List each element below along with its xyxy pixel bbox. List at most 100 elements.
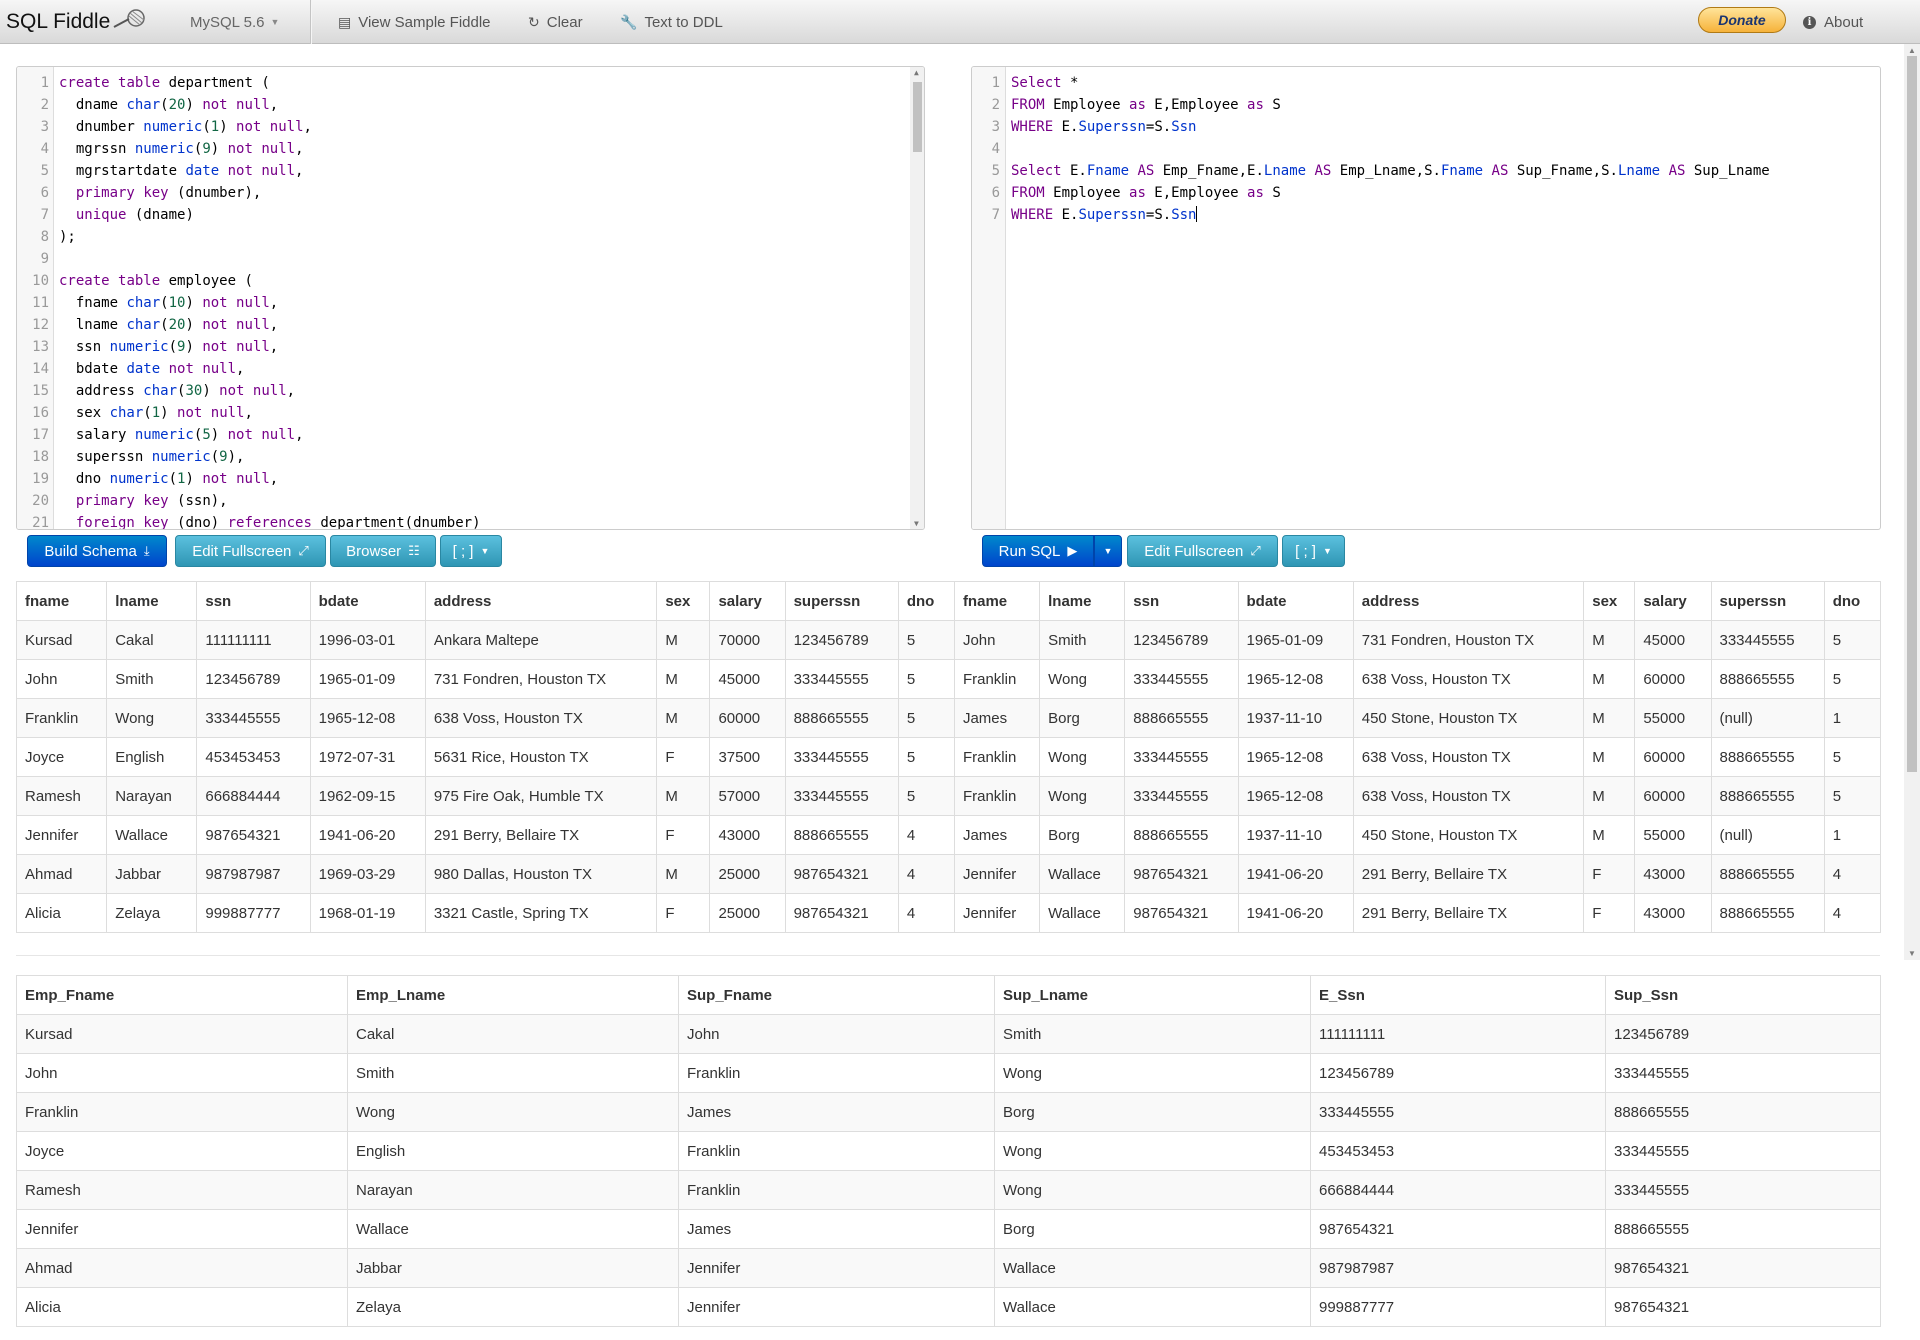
- donate-button[interactable]: Donate: [1698, 7, 1786, 33]
- query-code-line[interactable]: 1 Select *: [972, 72, 1880, 94]
- result1-cell: 450 Stone, Houston TX: [1352, 698, 1585, 738]
- result1-cell: 55000: [1634, 815, 1712, 855]
- result1-cell: Franklin: [953, 659, 1041, 699]
- clear-link[interactable]: ↻ Clear: [528, 0, 583, 44]
- result1-cell: 731 Fondren, Houston TX: [424, 659, 658, 699]
- schema-editor[interactable]: 1 create table department (2 dname char(2…: [16, 66, 925, 530]
- schema-code-line[interactable]: 13 ssn numeric(9) not null,: [17, 336, 924, 358]
- schema-code-line[interactable]: 3 dnumber numeric(1) not null,: [17, 116, 924, 138]
- schema-editor-scrollbar[interactable]: ▲ ▼: [910, 67, 924, 529]
- query-editor[interactable]: 1 Select * 2 FROM Employee as E,Employee as…: [971, 66, 1881, 530]
- schema-code-line[interactable]: 2 dname char(20) not null,: [17, 94, 924, 116]
- query-code-line[interactable]: 3 WHERE E.Superssn=S.Ssn: [972, 116, 1880, 138]
- result2-cell: 111111111: [1310, 1014, 1606, 1054]
- result2-column-header: Sup_Ssn: [1605, 975, 1881, 1015]
- result2-cell: John: [16, 1053, 348, 1093]
- result2-cell: Wong: [994, 1053, 1311, 1093]
- schema-code-line[interactable]: 1 create table department (: [17, 72, 924, 94]
- schema-code[interactable]: 1 create table department (2 dname char(2…: [17, 72, 924, 529]
- result1-cell: 5: [897, 698, 955, 738]
- query-code[interactable]: 1 Select * 2 FROM Employee as E,Employee as…: [972, 72, 1880, 226]
- result1-row: John Smith 123456789 1965-01-09 731 Fondren,…: [15, 659, 1882, 699]
- schema-code-line[interactable]: 20 primary key (ssn),: [17, 490, 924, 512]
- result1-cell: 45000: [1634, 620, 1712, 660]
- schema-edit-fullscreen-label: Edit Fullscreen: [192, 542, 292, 560]
- result2-cell: 987987987: [1310, 1248, 1606, 1288]
- scroll-down-arrow-icon[interactable]: ▼: [1908, 949, 1916, 958]
- schema-code-line[interactable]: 10 create table employee (: [17, 270, 924, 292]
- schema-line-number: 10: [32, 273, 49, 289]
- query-line-number: 6: [991, 185, 1000, 201]
- schema-line-number: 18: [32, 449, 49, 465]
- query-code-line[interactable]: 5 Select E.Fname AS Emp_Fname,E.Lname AS …: [972, 160, 1880, 182]
- text-to-ddl-link[interactable]: 🔧 Text to DDL: [620, 0, 723, 44]
- results-divider: [16, 955, 1880, 956]
- database-version-select[interactable]: MySQL 5.6 ▼: [190, 0, 279, 44]
- result1-cell: 4: [897, 893, 955, 933]
- query-code-line[interactable]: 2 FROM Employee as E,Employee as S: [972, 94, 1880, 116]
- schema-code-line[interactable]: 6 primary key (dnumber),: [17, 182, 924, 204]
- schema-code-line[interactable]: 8);: [17, 226, 924, 248]
- result1-cell: 1968-01-19: [309, 893, 426, 933]
- result1-column-header: lname: [106, 581, 198, 621]
- schema-code-line[interactable]: 7 unique (dname): [17, 204, 924, 226]
- query-code-line[interactable]: 4: [972, 138, 1880, 160]
- result1-cell: 1: [1823, 698, 1882, 738]
- query-code-line[interactable]: 6 FROM Employee as E,Employee as S: [972, 182, 1880, 204]
- run-sql-button[interactable]: Run SQL ▶: [982, 535, 1094, 567]
- download-icon: ⤓: [143, 543, 150, 558]
- brand-logo[interactable]: SQL Fiddle: [6, 0, 148, 44]
- page-scrollbar-thumb[interactable]: [1907, 56, 1917, 772]
- result1-cell: 1965-01-09: [1237, 620, 1354, 660]
- page-scrollbar[interactable]: ▲ ▼: [1904, 44, 1920, 960]
- result1-column-header: superssn: [784, 581, 899, 621]
- about-link[interactable]: i About: [1803, 0, 1863, 44]
- schema-code-line[interactable]: 17 salary numeric(5) not null,: [17, 424, 924, 446]
- result2-cell: Narayan: [347, 1170, 679, 1210]
- schema-code-line[interactable]: 5 mgrstartdate date not null,: [17, 160, 924, 182]
- schema-code-line[interactable]: 11 fname char(10) not null,: [17, 292, 924, 314]
- result1-cell: 45000: [709, 659, 786, 699]
- query-edit-fullscreen-button[interactable]: Edit Fullscreen ⤢: [1127, 535, 1278, 567]
- schema-code-line[interactable]: 16 sex char(1) not null,: [17, 402, 924, 424]
- schema-scrollbar-thumb[interactable]: [913, 82, 922, 152]
- result1-cell: 123456789: [784, 620, 899, 660]
- scroll-up-arrow-icon[interactable]: ▲: [914, 68, 919, 77]
- result2-cell: 987654321: [1310, 1209, 1606, 1249]
- result1-cell: 1: [1823, 815, 1882, 855]
- schema-line-text: mgrssn numeric(9) not null,: [59, 141, 304, 157]
- result1-cell: 638 Voss, Houston TX: [424, 698, 658, 738]
- schema-terminator-dropdown[interactable]: [ ; ] ▼: [440, 535, 502, 567]
- result1-cell: 5: [1823, 659, 1882, 699]
- view-sample-fiddle-link[interactable]: ▤ View Sample Fiddle: [338, 0, 491, 44]
- query-line-number: 1: [991, 75, 1000, 91]
- query-terminator-dropdown[interactable]: [ ; ] ▼: [1282, 535, 1345, 567]
- schema-code-line[interactable]: 21 foreign key (dno) references departme…: [17, 512, 924, 529]
- result1-cell: 43000: [709, 815, 786, 855]
- schema-code-line[interactable]: 15 address char(30) not null,: [17, 380, 924, 402]
- scroll-down-arrow-icon[interactable]: ▼: [914, 519, 919, 528]
- result2-cell: Borg: [994, 1209, 1311, 1249]
- schema-code-line[interactable]: 19 dno numeric(1) not null,: [17, 468, 924, 490]
- schema-code-line[interactable]: 18 superssn numeric(9),: [17, 446, 924, 468]
- schema-line-text: address char(30) not null,: [59, 383, 296, 399]
- schema-line-number: 13: [32, 339, 49, 355]
- result1-cell: 638 Voss, Houston TX: [1352, 776, 1585, 816]
- result1-cell: Franklin: [953, 737, 1041, 777]
- build-schema-button[interactable]: Build Schema ⤓: [27, 535, 167, 567]
- result1-cell: 987654321: [1124, 854, 1239, 894]
- schema-code-line[interactable]: 12 lname char(20) not null,: [17, 314, 924, 336]
- result1-cell: 291 Berry, Bellaire TX: [1352, 893, 1585, 933]
- schema-code-line[interactable]: 14 bdate date not null,: [17, 358, 924, 380]
- browser-button[interactable]: Browser ☷: [330, 535, 436, 567]
- result1-cell: 5: [897, 737, 955, 777]
- schema-line-number: 7: [40, 207, 49, 223]
- schema-code-line[interactable]: 9: [17, 248, 924, 270]
- query-line-text: Select E.Fname AS Emp_Fname,E.Lname AS E…: [1011, 163, 1770, 179]
- scroll-up-arrow-icon[interactable]: ▲: [1908, 46, 1916, 55]
- run-sql-dropdown-toggle[interactable]: ▼: [1094, 535, 1122, 567]
- schema-code-line[interactable]: 4 mgrssn numeric(9) not null,: [17, 138, 924, 160]
- schema-edit-fullscreen-button[interactable]: Edit Fullscreen ⤢: [175, 535, 326, 567]
- query-code-line[interactable]: 7 WHERE E.Superssn=S.Ssn: [972, 204, 1880, 226]
- result1-cell: 987654321: [784, 854, 899, 894]
